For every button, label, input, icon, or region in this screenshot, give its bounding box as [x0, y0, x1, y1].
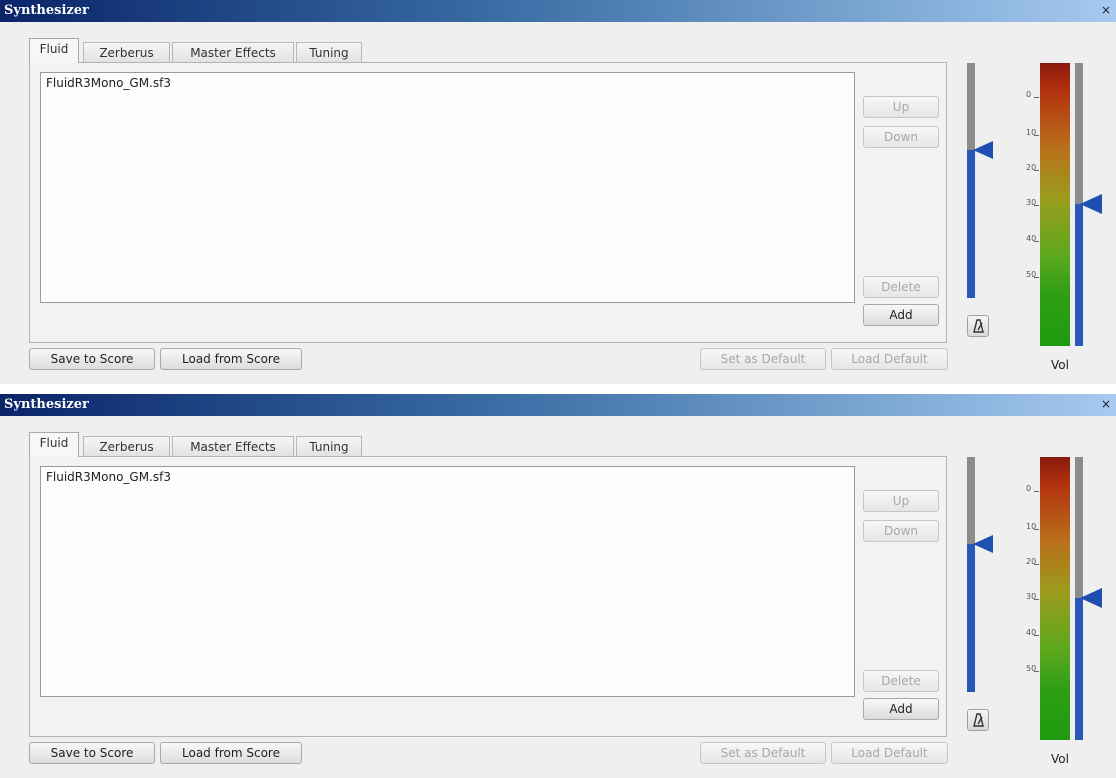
metronome-button[interactable]: [967, 315, 989, 337]
meter-scale-tick: [1034, 205, 1039, 206]
meter-scale-tick: [1034, 671, 1039, 672]
tab-fluid[interactable]: Fluid: [29, 432, 79, 457]
tab-master-effects[interactable]: Master Effects: [172, 436, 294, 456]
synthesizer-window: Synthesizer × Fluid Zerberus Master Effe…: [0, 0, 1116, 384]
list-item[interactable]: FluidR3Mono_GM.sf3: [46, 470, 171, 484]
tempo-slider-fill: [967, 544, 975, 692]
list-item[interactable]: FluidR3Mono_GM.sf3: [46, 76, 171, 90]
close-icon[interactable]: ×: [1100, 397, 1112, 411]
soundfont-list[interactable]: FluidR3Mono_GM.sf3: [40, 466, 855, 697]
meter-scale-tick: [1034, 277, 1039, 278]
tempo-slider[interactable]: [967, 63, 975, 298]
tab-master-effects[interactable]: Master Effects: [172, 42, 294, 62]
tab-fluid[interactable]: Fluid: [29, 38, 79, 63]
meter-scale-tick: [1034, 529, 1039, 530]
meter-scale-tick: [1034, 599, 1039, 600]
tempo-slider-handle[interactable]: [973, 141, 993, 159]
meter-scale-tick: [1034, 135, 1039, 136]
set-as-default-button[interactable]: Set as Default: [700, 742, 826, 764]
load-from-score-button[interactable]: Load from Score: [160, 348, 302, 370]
tempo-slider[interactable]: [967, 457, 975, 692]
save-to-score-button[interactable]: Save to Score: [29, 742, 155, 764]
volume-slider-fill: [1075, 204, 1083, 346]
synthesizer-window: Synthesizer × Fluid Zerberus Master Effe…: [0, 394, 1116, 778]
meter-scale-label: 0: [1026, 90, 1032, 99]
volume-slider-handle[interactable]: [1080, 588, 1102, 608]
tempo-slider-handle[interactable]: [973, 535, 993, 553]
add-button[interactable]: Add: [863, 304, 939, 326]
delete-button[interactable]: Delete: [863, 670, 939, 692]
meter-scale-tick: [1034, 170, 1039, 171]
save-to-score-button[interactable]: Save to Score: [29, 348, 155, 370]
meter-scale-tick: [1034, 97, 1039, 98]
down-button[interactable]: Down: [863, 520, 939, 542]
tab-pane-fluid: FluidR3Mono_GM.sf3 Up Down Delete Add: [29, 62, 947, 343]
volume-label: Vol: [1051, 358, 1069, 372]
meter-scale-tick: [1034, 491, 1039, 492]
metronome-icon: [973, 319, 984, 333]
window-title: Synthesizer: [4, 3, 89, 18]
title-bar[interactable]: Synthesizer ×: [0, 394, 1116, 416]
up-button[interactable]: Up: [863, 96, 939, 118]
tab-tuning[interactable]: Tuning: [296, 42, 362, 62]
metronome-button[interactable]: [967, 709, 989, 731]
load-from-score-button[interactable]: Load from Score: [160, 742, 302, 764]
close-icon[interactable]: ×: [1100, 3, 1112, 17]
tab-zerberus[interactable]: Zerberus: [83, 436, 170, 456]
volume-slider-handle[interactable]: [1080, 194, 1102, 214]
meter-scale-tick: [1034, 241, 1039, 242]
volume-slider-fill: [1075, 598, 1083, 740]
meter-scale-tick: [1034, 635, 1039, 636]
title-bar[interactable]: Synthesizer ×: [0, 0, 1116, 22]
tab-zerberus[interactable]: Zerberus: [83, 42, 170, 62]
up-button[interactable]: Up: [863, 490, 939, 512]
tab-tuning[interactable]: Tuning: [296, 436, 362, 456]
window-title: Synthesizer: [4, 397, 89, 412]
set-as-default-button[interactable]: Set as Default: [700, 348, 826, 370]
volume-label: Vol: [1051, 752, 1069, 766]
meter-scale-tick: [1034, 564, 1039, 565]
soundfont-list[interactable]: FluidR3Mono_GM.sf3: [40, 72, 855, 303]
load-default-button[interactable]: Load Default: [831, 742, 948, 764]
tempo-slider-fill: [967, 150, 975, 298]
level-meter: [1040, 457, 1070, 740]
delete-button[interactable]: Delete: [863, 276, 939, 298]
meter-scale-label: 0: [1026, 484, 1032, 493]
level-meter: [1040, 63, 1070, 346]
down-button[interactable]: Down: [863, 126, 939, 148]
load-default-button[interactable]: Load Default: [831, 348, 948, 370]
add-button[interactable]: Add: [863, 698, 939, 720]
tab-pane-fluid: FluidR3Mono_GM.sf3 Up Down Delete Add: [29, 456, 947, 737]
metronome-icon: [973, 713, 984, 727]
